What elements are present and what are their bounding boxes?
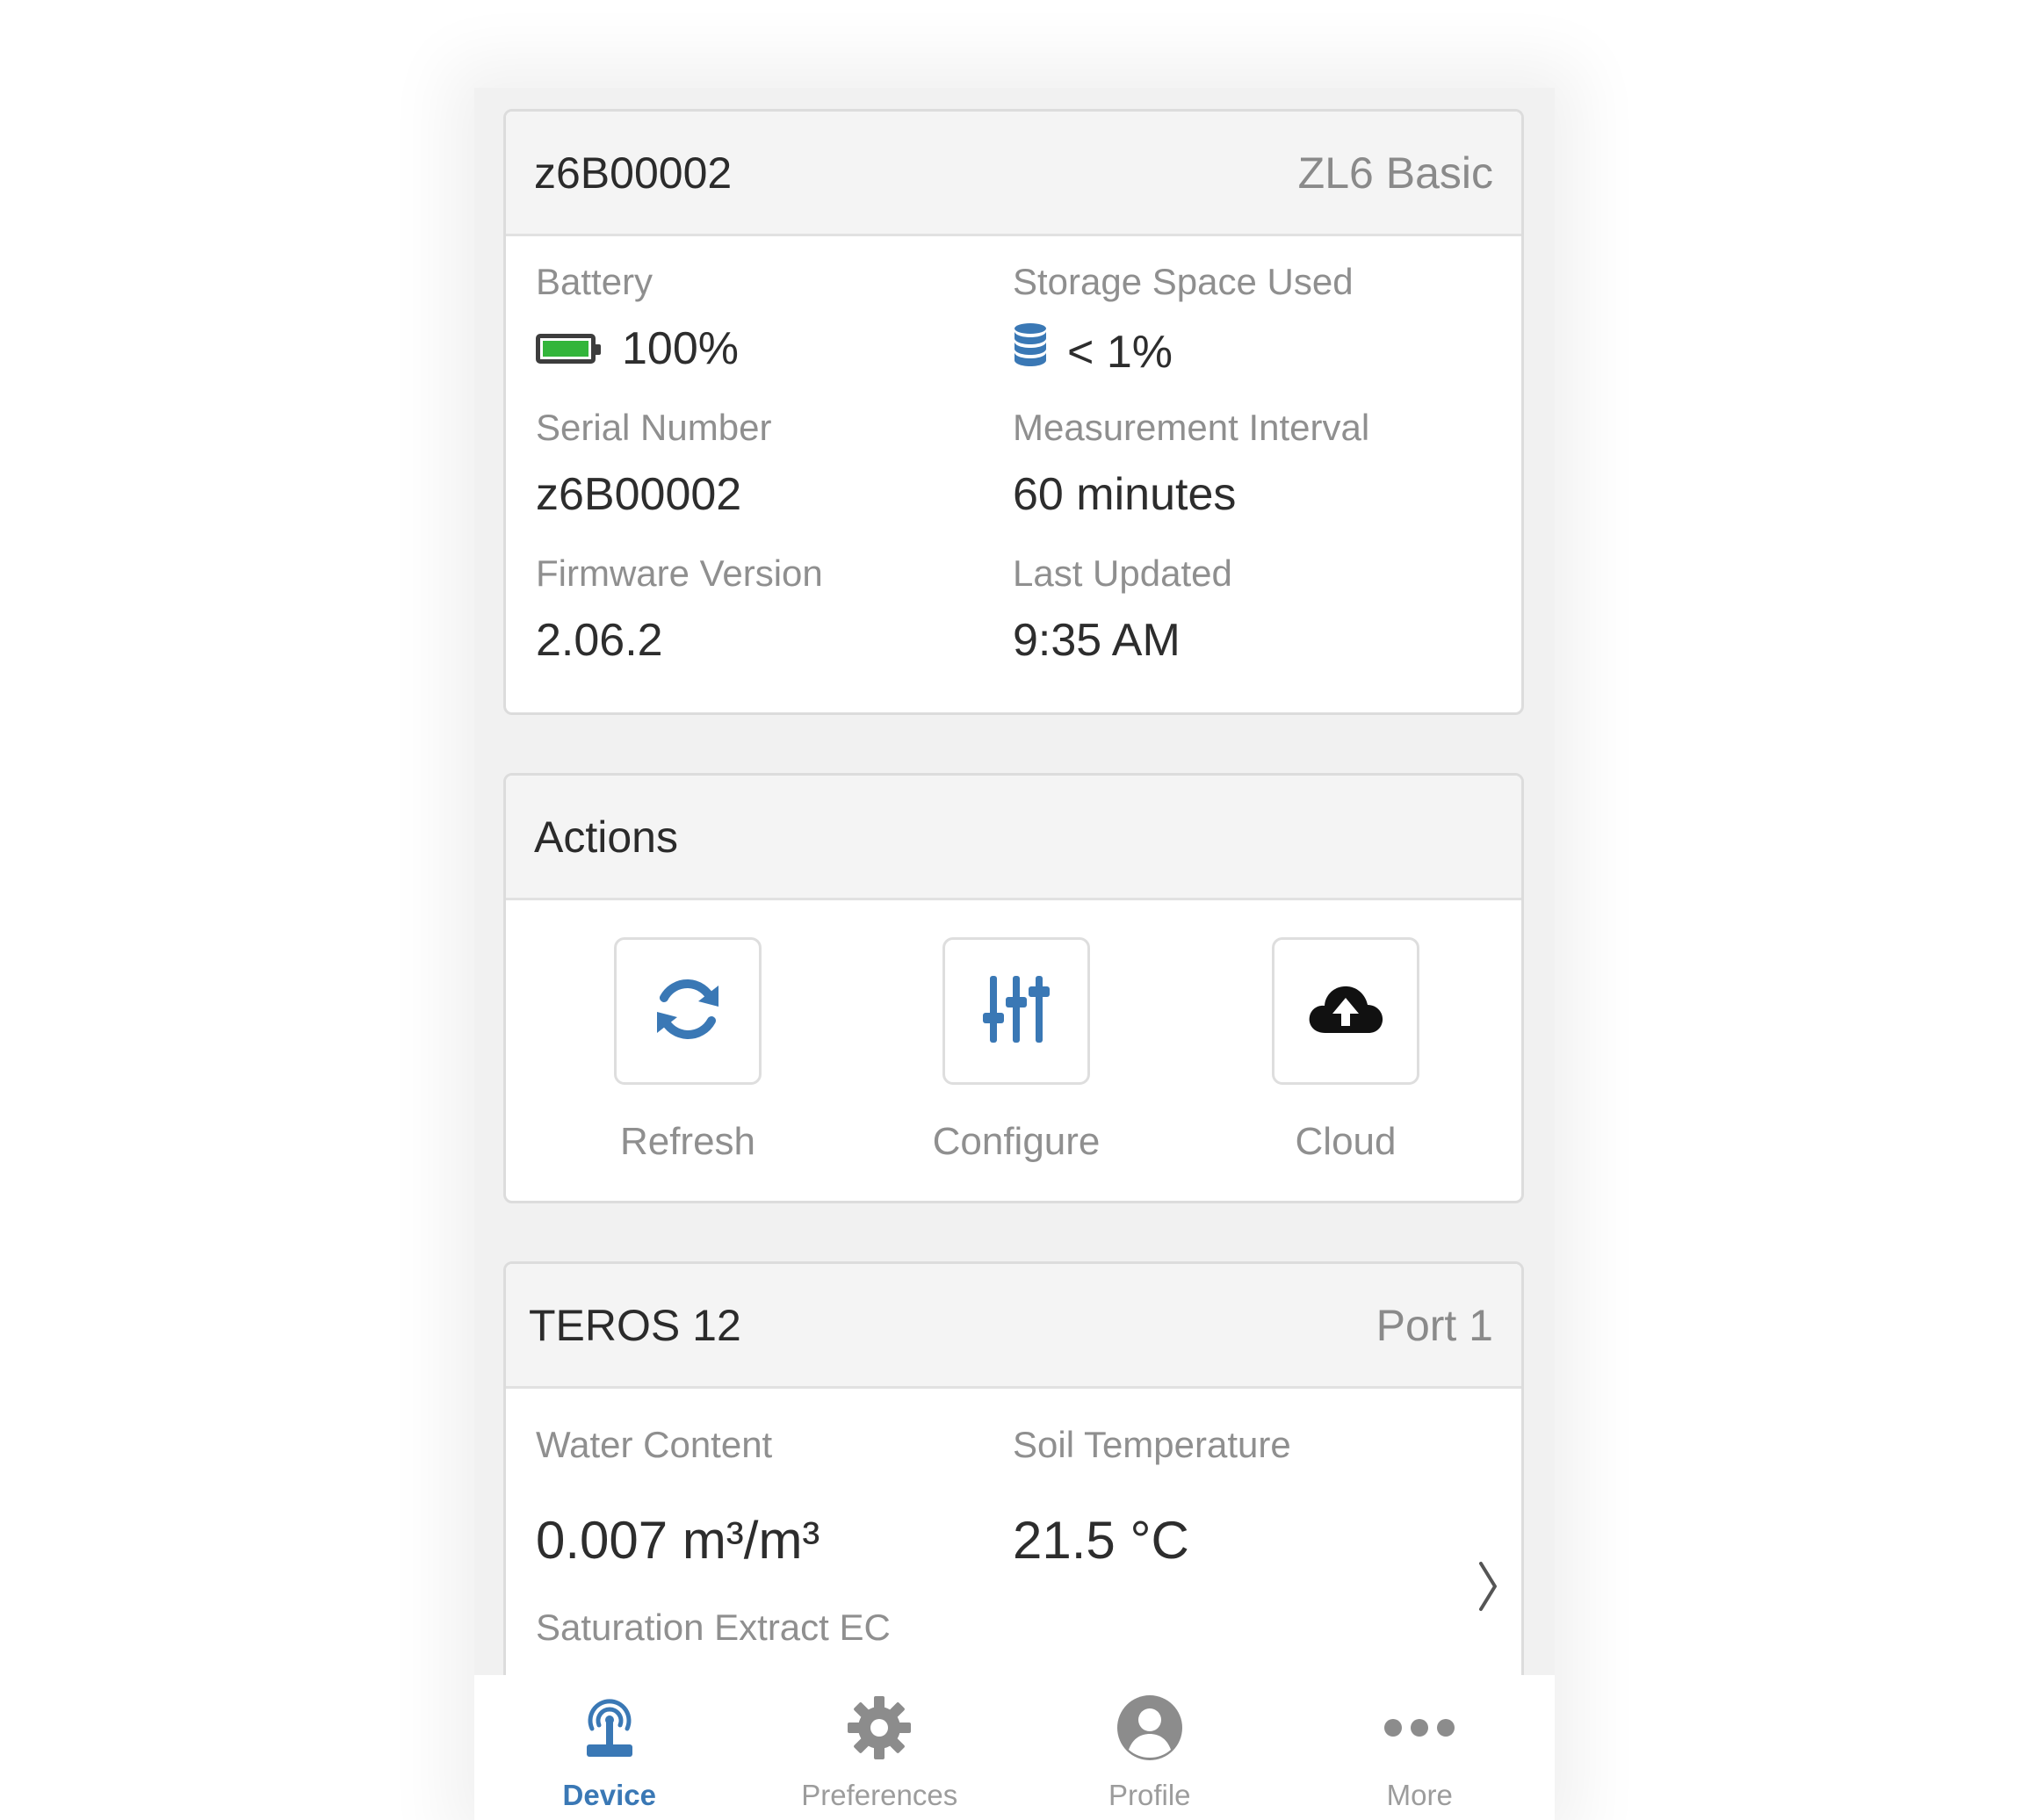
configure-label: Configure xyxy=(932,1120,1101,1163)
firmware-value: 2.06.2 xyxy=(536,615,663,666)
sliders-icon xyxy=(979,972,1053,1051)
battery-label: Battery xyxy=(536,261,653,302)
device-model: ZL6 Basic xyxy=(1297,148,1493,198)
tab-preferences[interactable]: Preferences xyxy=(745,1675,1015,1820)
tab-profile[interactable]: Profile xyxy=(1014,1675,1285,1820)
tab-more-label: More xyxy=(1386,1779,1453,1811)
battery-value: 100% xyxy=(622,323,739,374)
actions-card: Actions Refresh Configure Cloud xyxy=(503,773,1524,1203)
device-card-header: z6B00002 ZL6 Basic xyxy=(506,112,1521,236)
device-card: z6B00002 ZL6 Basic Battery 100% Storage … xyxy=(503,109,1524,715)
actions-title: Actions xyxy=(534,812,678,862)
soil-temp-label: Soil Temperature xyxy=(1013,1424,1291,1465)
water-content-value: 0.007 m³/m³ xyxy=(536,1511,820,1570)
tab-more[interactable]: More xyxy=(1285,1675,1556,1820)
tab-device-label: Device xyxy=(562,1779,656,1811)
serial-field: Serial Number z6B00002 xyxy=(536,407,771,521)
firmware-label: Firmware Version xyxy=(536,552,823,594)
tab-bar: Device Preferences Profile More xyxy=(474,1675,1555,1820)
configure-button[interactable] xyxy=(942,937,1090,1085)
cloud-action[interactable]: Cloud xyxy=(1214,937,1477,1164)
app-screen: z6B00002 ZL6 Basic Battery 100% Storage … xyxy=(474,88,1555,1820)
database-icon xyxy=(1013,322,1048,381)
cloud-button[interactable] xyxy=(1272,937,1419,1085)
actions-header: Actions xyxy=(506,776,1521,900)
interval-field: Measurement Interval 60 minutes xyxy=(1013,407,1369,521)
serial-label: Serial Number xyxy=(536,407,772,448)
chevron-right-icon[interactable] xyxy=(1476,1560,1500,1617)
ec-label: Saturation Extract EC xyxy=(536,1607,891,1648)
soil-temp-field: Soil Temperature 21.5 °C xyxy=(1013,1424,1291,1571)
water-content-field: Water Content 0.007 m³/m³ xyxy=(536,1424,820,1571)
storage-value: < 1% xyxy=(1067,326,1173,378)
sensor-name: TEROS 12 xyxy=(529,1300,741,1350)
updated-field: Last Updated 9:35 AM xyxy=(1013,552,1232,667)
firmware-field: Firmware Version 2.06.2 xyxy=(536,552,823,667)
device-antenna-icon xyxy=(581,1693,638,1763)
water-content-label: Water Content xyxy=(536,1424,773,1465)
sensor-header: TEROS 12 Port 1 xyxy=(506,1264,1521,1389)
refresh-button[interactable] xyxy=(614,937,762,1085)
sensor-port: Port 1 xyxy=(1376,1300,1493,1350)
battery-level-fill xyxy=(543,341,588,357)
refresh-icon xyxy=(648,970,727,1053)
tab-preferences-label: Preferences xyxy=(801,1779,958,1811)
actions-row: Refresh Configure Cloud xyxy=(506,900,1521,1201)
refresh-label: Refresh xyxy=(619,1120,756,1163)
storage-field: Storage Space Used < 1% xyxy=(1013,261,1354,381)
configure-action[interactable]: Configure xyxy=(885,937,1148,1164)
device-name: z6B00002 xyxy=(534,148,733,198)
interval-value: 60 minutes xyxy=(1013,469,1237,520)
cloud-upload-icon xyxy=(1306,979,1385,1044)
updated-label: Last Updated xyxy=(1013,552,1232,594)
updated-value: 9:35 AM xyxy=(1013,615,1181,666)
gear-icon xyxy=(846,1693,913,1763)
interval-label: Measurement Interval xyxy=(1013,407,1370,448)
profile-icon xyxy=(1116,1693,1184,1763)
screen: z6B00002 ZL6 Basic Battery 100% Storage … xyxy=(0,0,2029,1820)
storage-label: Storage Space Used xyxy=(1013,261,1354,302)
refresh-action[interactable]: Refresh xyxy=(556,937,820,1164)
tab-device[interactable]: Device xyxy=(474,1675,745,1820)
cloud-label: Cloud xyxy=(1295,1120,1397,1163)
serial-value: z6B00002 xyxy=(536,469,742,520)
tab-profile-label: Profile xyxy=(1108,1779,1191,1811)
more-dots-icon xyxy=(1383,1693,1456,1763)
battery-icon xyxy=(536,334,601,364)
ec-field: Saturation Extract EC xyxy=(536,1607,891,1649)
soil-temp-value: 21.5 °C xyxy=(1013,1511,1189,1570)
battery-field: Battery 100% xyxy=(536,261,739,375)
